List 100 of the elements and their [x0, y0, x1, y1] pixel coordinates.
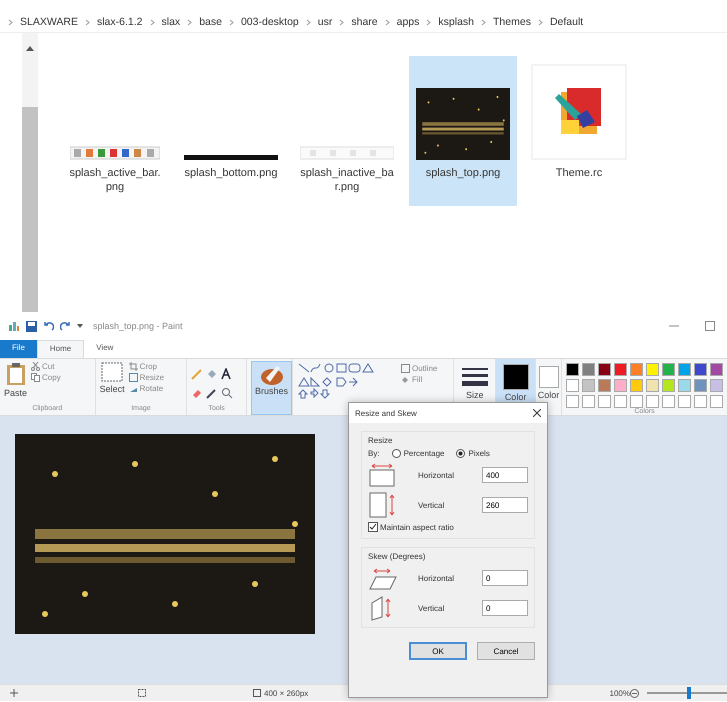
color-swatch[interactable]	[678, 379, 691, 392]
file-name: splash_inactive_bar.png	[299, 166, 395, 194]
breadcrumb-item[interactable]: share	[351, 16, 378, 28]
color-swatch[interactable]	[630, 363, 643, 376]
custom-color-slot[interactable]	[646, 395, 659, 408]
zoom-slider[interactable]	[647, 687, 727, 699]
breadcrumb-item[interactable]: ksplash	[438, 16, 474, 28]
select-button[interactable]: Select	[100, 384, 125, 394]
file-item[interactable]: splash_bottom.png	[177, 56, 285, 206]
dialog-button[interactable]: OK	[409, 642, 467, 660]
custom-color-slot[interactable]	[598, 395, 611, 408]
custom-color-slot[interactable]	[694, 395, 707, 408]
bar-icon	[184, 155, 278, 160]
breadcrumb-item[interactable]: Themes	[493, 16, 531, 28]
radio-option[interactable]: Percentage	[392, 449, 444, 458]
file-item[interactable]: Theme.rc	[525, 56, 633, 206]
color-swatch[interactable]	[630, 379, 643, 392]
ribbon-tab[interactable]: View	[84, 340, 126, 358]
dialog-title: Resize and Skew	[355, 408, 417, 418]
color-swatch[interactable]	[646, 379, 659, 392]
color-1-button[interactable]: Color	[504, 392, 526, 402]
number-field[interactable]: 0	[482, 600, 528, 616]
toolbar-strip-icon	[70, 146, 160, 160]
checkbox-label[interactable]: Maintain aspect ratio	[380, 522, 454, 532]
color-swatch[interactable]	[662, 379, 675, 392]
custom-color-slot[interactable]	[630, 395, 643, 408]
magnifier-icon[interactable]	[221, 387, 234, 399]
color-picker-icon[interactable]	[206, 387, 218, 399]
maximize-icon[interactable]	[705, 321, 715, 331]
clipboard-icon[interactable]	[6, 362, 26, 386]
color-swatch[interactable]	[678, 363, 691, 376]
color-swatch[interactable]	[566, 379, 579, 392]
color-swatch[interactable]	[710, 379, 723, 392]
breadcrumb-item[interactable]: apps	[396, 16, 420, 28]
number-field[interactable]: 0	[482, 570, 528, 586]
breadcrumb-item[interactable]: base	[199, 16, 222, 28]
number-field[interactable]: 260	[482, 497, 528, 513]
dropdown-icon[interactable]	[77, 324, 83, 328]
custom-color-slot[interactable]	[582, 395, 595, 408]
zoom-slider-thumb[interactable]	[687, 687, 691, 699]
color-2-swatch[interactable]	[538, 366, 558, 388]
color-swatch[interactable]	[614, 379, 627, 392]
field-label: Horizontal	[418, 574, 454, 582]
ribbon-tab[interactable]: File	[0, 340, 37, 358]
custom-color-slot[interactable]	[710, 395, 723, 408]
breadcrumb-item[interactable]: usr	[318, 16, 332, 28]
breadcrumb-item[interactable]: slax-6.1.2	[96, 16, 142, 28]
file-item[interactable]: splash_top.png	[409, 56, 517, 206]
color-swatch[interactable]	[710, 363, 723, 376]
radio-option[interactable]: Pixels	[456, 449, 490, 458]
save-icon[interactable]	[26, 320, 37, 332]
zoom-out-icon[interactable]	[630, 688, 639, 698]
color-swatch[interactable]	[566, 363, 579, 376]
line-size-icon[interactable]	[462, 366, 488, 388]
text-tool-icon[interactable]	[221, 368, 232, 380]
breadcrumb-item[interactable]: Default	[550, 16, 584, 28]
ribbon-tab[interactable]: Home	[36, 340, 84, 358]
color-swatch[interactable]	[582, 379, 595, 392]
chevron-icon	[426, 18, 432, 26]
dialog-button[interactable]: Cancel	[477, 642, 535, 660]
selection-icon[interactable]	[101, 362, 124, 382]
checkbox[interactable]	[368, 522, 378, 532]
section-label: Resize	[368, 436, 394, 445]
chevron-icon	[187, 18, 192, 26]
color-swatch[interactable]	[646, 363, 659, 376]
breadcrumb-item[interactable]: SLAXWARE	[20, 16, 78, 28]
number-field[interactable]: 400	[482, 467, 528, 483]
color-swatch[interactable]	[598, 379, 611, 392]
custom-color-slot[interactable]	[662, 395, 675, 408]
paint-app-icon	[8, 320, 20, 332]
color-swatch[interactable]	[694, 379, 707, 392]
color-swatch[interactable]	[694, 363, 707, 376]
radio-button[interactable]	[392, 449, 401, 458]
custom-color-slot[interactable]	[566, 395, 579, 408]
crop-icon	[128, 362, 138, 371]
selection-size-icon	[138, 689, 146, 697]
scrollbar-thumb[interactable]	[22, 107, 38, 312]
redo-icon[interactable]	[60, 320, 71, 332]
breadcrumb-item[interactable]: 003-desktop	[240, 16, 299, 28]
color-2-button[interactable]: Color	[538, 390, 560, 400]
pencil-icon[interactable]	[191, 368, 204, 380]
paste-button[interactable]: Paste	[4, 388, 28, 398]
radio-button[interactable]	[456, 449, 466, 458]
close-icon[interactable]	[533, 409, 541, 417]
chevron-icon	[84, 18, 90, 26]
color-swatch[interactable]	[614, 363, 627, 376]
file-item[interactable]: splash_active_bar.png	[61, 56, 169, 206]
size-button[interactable]: Size	[466, 390, 484, 400]
brushes-button[interactable]: Brushes	[251, 361, 292, 415]
breadcrumb-item[interactable]: slax	[162, 16, 180, 28]
color-swatch[interactable]	[582, 363, 595, 376]
color-swatch[interactable]	[662, 363, 675, 376]
color-1-swatch[interactable]	[502, 364, 529, 390]
scroll-up-icon[interactable]	[26, 45, 34, 51]
custom-color-slot[interactable]	[614, 395, 627, 408]
custom-color-slot[interactable]	[678, 395, 691, 408]
file-item[interactable]: splash_inactive_bar.png	[293, 56, 401, 206]
brush-icon	[260, 364, 284, 386]
undo-icon[interactable]	[43, 320, 54, 332]
color-swatch[interactable]	[598, 363, 611, 376]
